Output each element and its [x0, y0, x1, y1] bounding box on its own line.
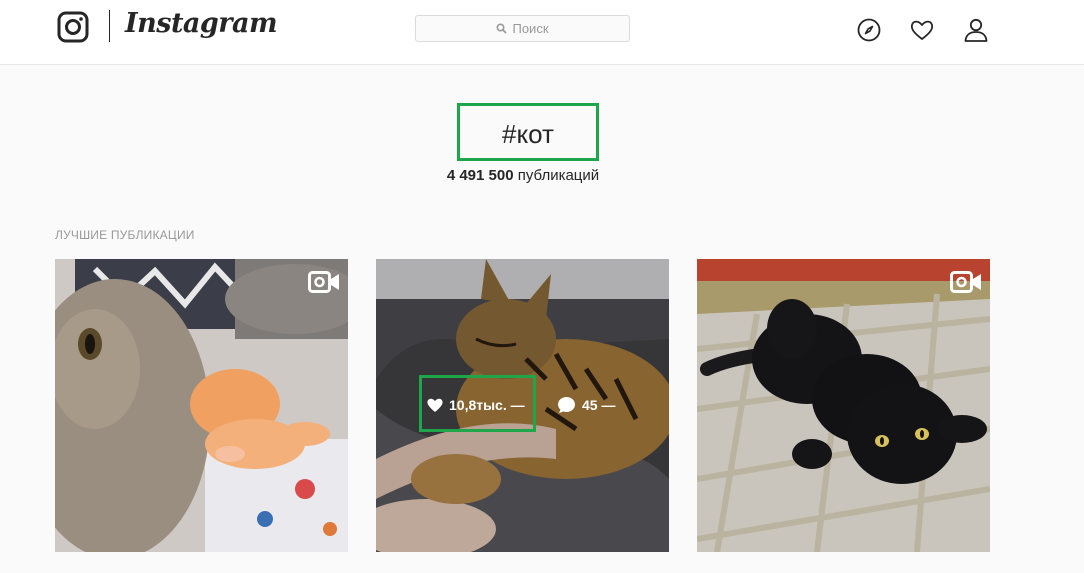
heart-icon[interactable]: [909, 17, 935, 43]
instagram-logo-text[interactable]: Instagram: [125, 8, 278, 39]
hashtag-title: #кот: [502, 119, 554, 149]
likes-highlight-box: [419, 375, 536, 432]
search-placeholder: Поиск: [512, 21, 549, 36]
post-count-number: 4 491 500: [446, 167, 514, 184]
post-image-cat-with-kitten: [55, 259, 348, 552]
post-image-black-cat: [697, 259, 990, 552]
comments-stat[interactable]: 45 —: [557, 390, 615, 420]
comments-count: 45 —: [582, 397, 616, 413]
video-camera-icon: [308, 271, 339, 293]
comment-bubble-icon: [558, 397, 575, 413]
video-camera-icon: [950, 271, 981, 293]
instagram-camera-icon[interactable]: [57, 11, 89, 43]
compass-icon[interactable]: [856, 17, 882, 43]
post-tile[interactable]: [55, 259, 348, 552]
logo-divider: [109, 10, 110, 42]
post-count-label: публикаций: [517, 167, 600, 184]
search-input[interactable]: Поиск: [415, 15, 630, 42]
top-posts-label: ЛУЧШИЕ ПУБЛИКАЦИИ: [55, 228, 195, 242]
top-navbar: Instagram Поиск: [0, 0, 1084, 65]
post-tile[interactable]: 10,8тыс. — 45 —: [376, 259, 669, 552]
user-icon[interactable]: [963, 17, 989, 43]
post-count: 4 491 500 публикаций: [380, 167, 666, 184]
search-icon: [496, 23, 508, 34]
post-tile[interactable]: [697, 259, 990, 552]
